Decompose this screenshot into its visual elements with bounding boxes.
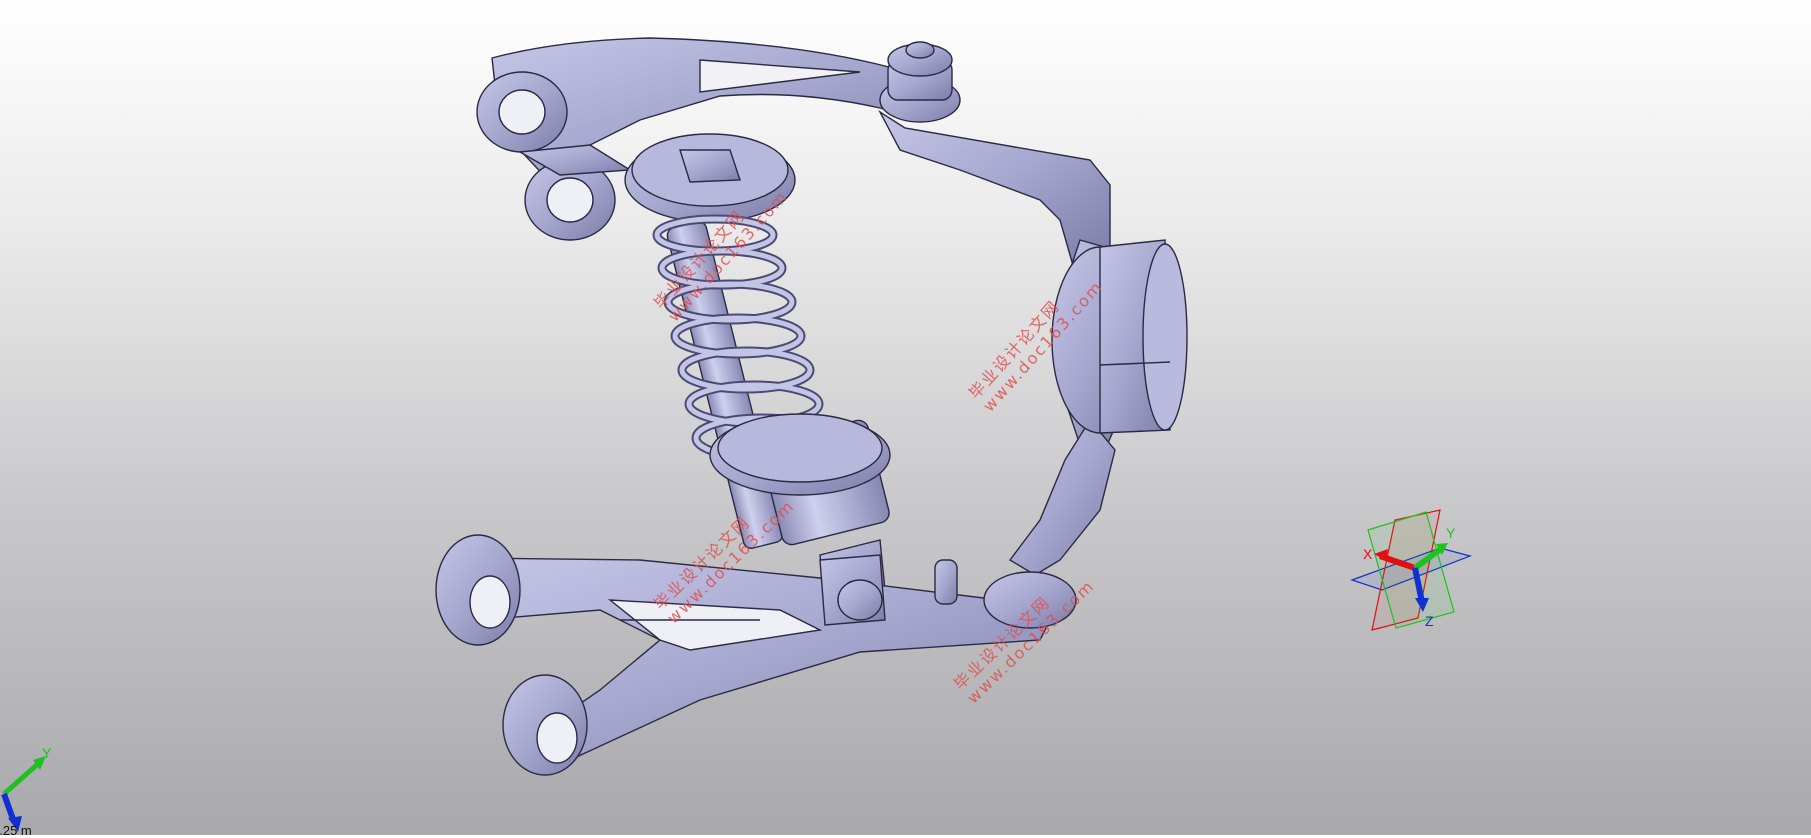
3d-viewport[interactable]: 毕业设计论文网 www.doc163.com 毕业设计论文网 www.doc16… <box>0 0 1811 838</box>
corner-axis-indicator: Y <box>1 745 52 832</box>
corner-y-label: Y <box>42 745 52 761</box>
scale-label: 0.25 m <box>0 823 32 838</box>
